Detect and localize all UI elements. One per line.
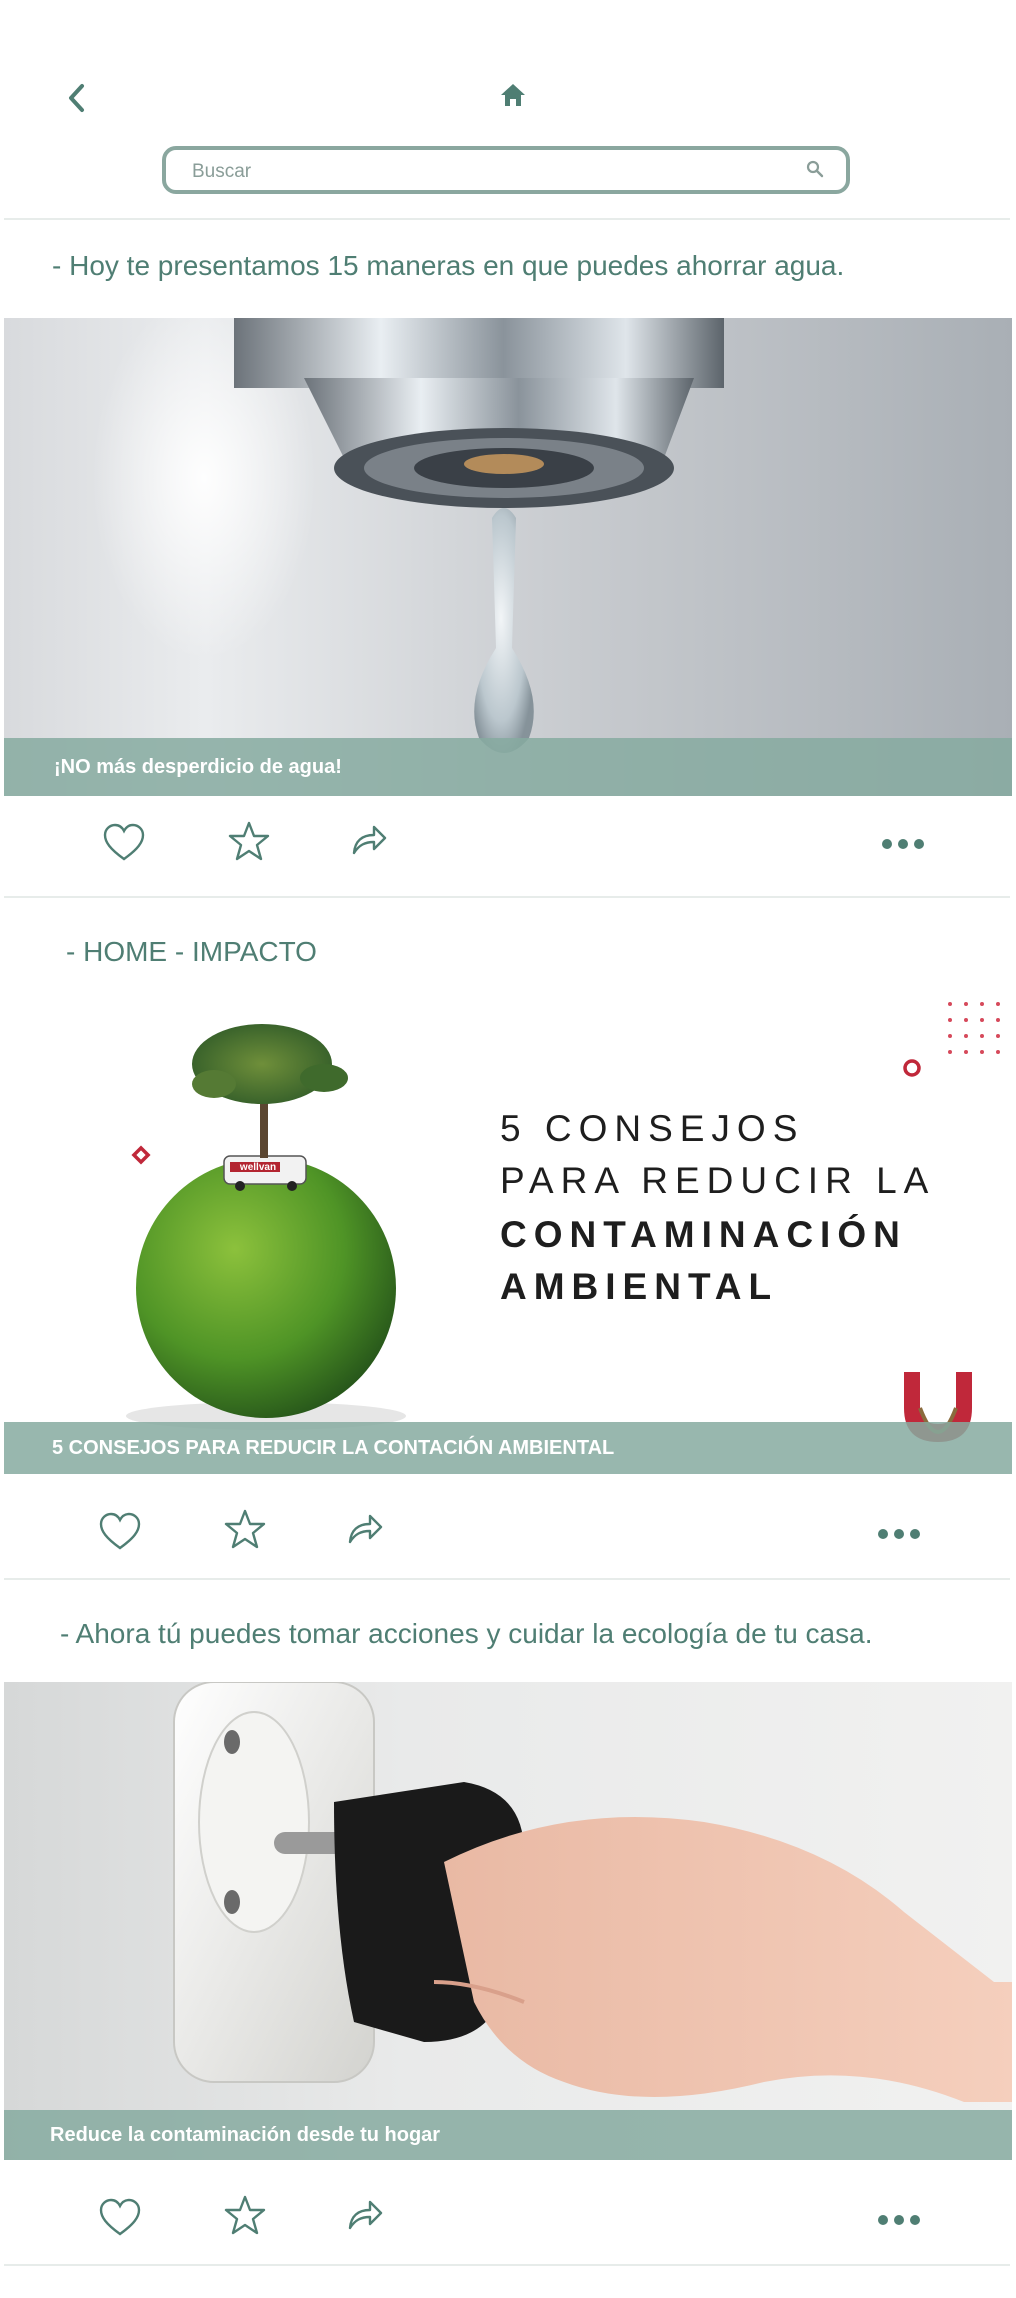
search-bar[interactable] (162, 146, 850, 194)
home-icon (501, 84, 525, 106)
post-caption: ¡NO más desperdicio de agua! (4, 738, 1012, 796)
share-button[interactable] (346, 1512, 384, 1551)
search-input[interactable] (190, 156, 794, 188)
post-text: - Ahora tú puedes tomar acciones y cuida… (60, 1618, 873, 1649)
share-icon (348, 1514, 383, 1544)
post-image-faucet[interactable]: ¡NO más desperdicio de agua! (4, 318, 1012, 796)
divider (4, 2264, 1010, 2266)
back-button[interactable] (62, 80, 92, 116)
star-icon (224, 1509, 266, 1549)
share-icon (348, 2200, 383, 2230)
share-button[interactable] (346, 2198, 384, 2237)
van-label: wellvan (239, 1162, 277, 1173)
faucet-illustration (234, 318, 724, 753)
chevron-left-icon (69, 84, 84, 112)
home-button[interactable] (498, 80, 528, 110)
card-title-line: 5 CONSEJOS (500, 1108, 805, 1149)
post-text: - HOME - IMPACTO (66, 936, 317, 967)
card-title-line: AMBIENTAL (500, 1266, 779, 1307)
more-button[interactable] (878, 1526, 926, 1544)
search-icon[interactable] (806, 160, 824, 178)
heart-icon (99, 2198, 141, 2236)
like-button[interactable] (102, 823, 146, 868)
like-button[interactable] (98, 1512, 142, 1557)
divider (4, 896, 1010, 898)
post-caption: 5 CONSEJOS PARA REDUCIR LA CONTACIÓN AMB… (4, 1422, 1012, 1474)
post-image-plug[interactable]: Reduce la contaminación desde tu hogar (4, 1682, 1012, 2160)
favorite-button[interactable] (224, 1508, 266, 1555)
more-dot (882, 839, 892, 849)
star-icon (228, 821, 270, 861)
heart-icon (103, 823, 145, 861)
card-title-line: CONTAMINACIÓN (500, 1214, 907, 1255)
more-dot (914, 839, 924, 849)
card-title-line: PARA REDUCIR LA (500, 1160, 936, 1201)
more-button[interactable] (882, 836, 930, 854)
more-dot (894, 2215, 904, 2225)
divider (4, 218, 1010, 220)
star-icon (224, 2195, 266, 2235)
more-dot (878, 1529, 888, 1539)
divider (4, 1578, 1010, 1580)
heart-icon (99, 1512, 141, 1550)
plug-illustration (173, 1682, 1012, 2102)
more-dot (878, 2215, 888, 2225)
more-dot (898, 839, 908, 849)
more-dot (894, 1529, 904, 1539)
share-button[interactable] (350, 823, 388, 862)
post-image-eco-card[interactable]: 5 CONSEJOS PARA REDUCIR LA CONTAMINACIÓN… (4, 996, 1012, 1474)
favorite-button[interactable] (228, 820, 270, 867)
share-icon (352, 825, 387, 855)
favorite-button[interactable] (224, 2194, 266, 2241)
post-caption: Reduce la contaminación desde tu hogar (4, 2110, 1012, 2160)
post-text: - Hoy te presentamos 15 maneras en que p… (52, 250, 845, 281)
like-button[interactable] (98, 2198, 142, 2243)
more-dot (910, 2215, 920, 2225)
more-dot (910, 1529, 920, 1539)
more-button[interactable] (878, 2212, 926, 2230)
